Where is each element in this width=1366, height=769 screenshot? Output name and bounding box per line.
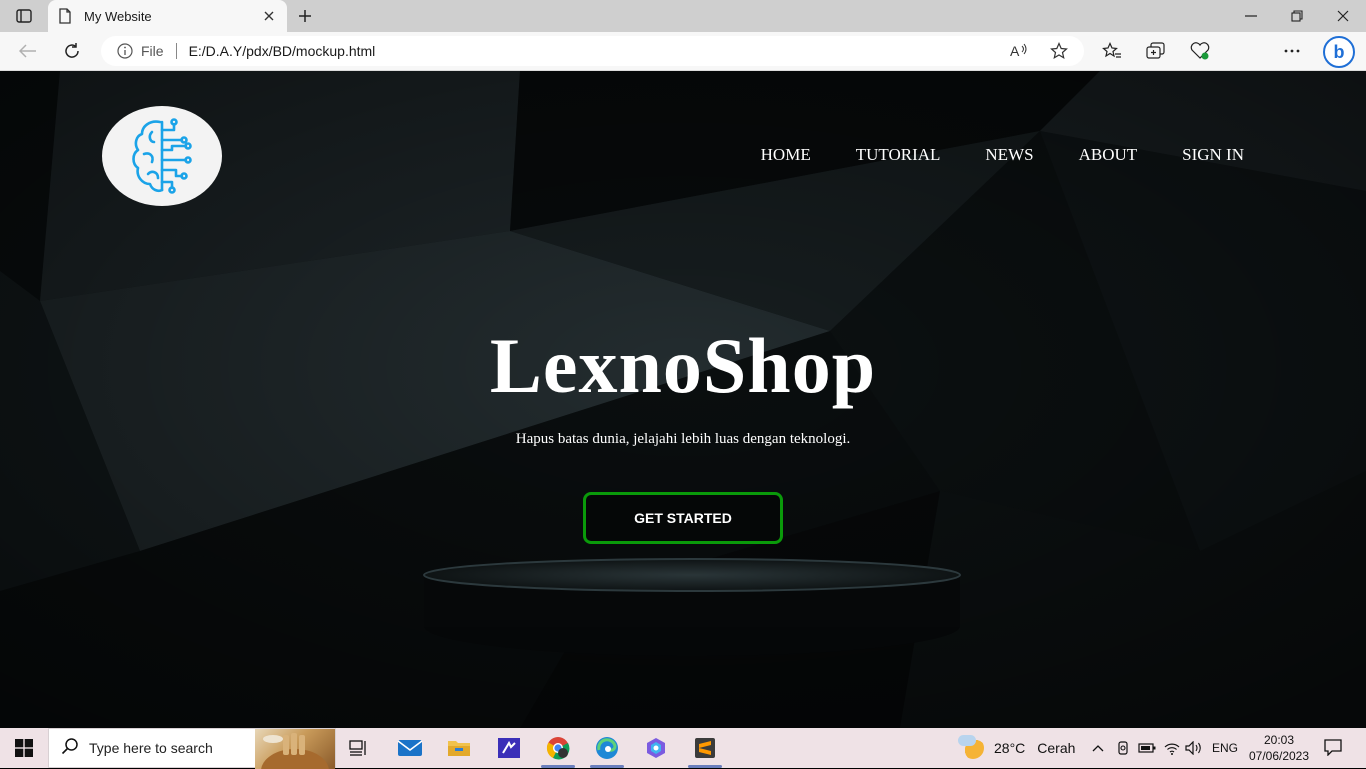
refresh-icon[interactable] [59, 40, 85, 62]
main-nav: HOME TUTORIAL NEWS ABOUT SIGN IN [716, 145, 1244, 165]
browser-toolbar: File E:/D.A.Y/pdx/BD/mockup.html A [0, 32, 1366, 95]
nav-tutorial[interactable]: TUTORIAL [856, 145, 941, 165]
minimize-icon[interactable] [1228, 4, 1274, 28]
browser-tab-bar: My Website [0, 0, 1366, 32]
visual-studio-icon[interactable] [486, 728, 532, 768]
search-icon [61, 737, 79, 760]
file-explorer-icon[interactable] [436, 728, 482, 768]
browser-essentials-icon[interactable] [1187, 40, 1213, 62]
system-clock[interactable]: 20:03 07/06/2023 [1246, 732, 1312, 764]
read-aloud-icon[interactable]: A [1004, 40, 1034, 62]
weather-widget[interactable]: 28°C Cerah [958, 728, 1076, 768]
clock-time: 20:03 [1263, 733, 1295, 747]
taskbar-search[interactable]: Type here to search [48, 728, 336, 769]
volume-icon[interactable] [1184, 728, 1204, 768]
windows-start-icon[interactable] [0, 728, 48, 768]
new-tab-icon[interactable] [294, 6, 316, 26]
mail-icon[interactable] [387, 728, 433, 768]
site-logo[interactable] [102, 106, 222, 206]
favorites-icon[interactable] [1099, 40, 1125, 62]
hero-headline: LexnoShop [489, 322, 877, 409]
favorite-star-icon[interactable] [1044, 40, 1074, 62]
back-icon[interactable] [15, 40, 41, 62]
nav-about[interactable]: ABOUT [1079, 145, 1138, 165]
weather-condition: Cerah [1037, 740, 1076, 756]
input-language[interactable]: ENG [1212, 728, 1238, 768]
taskbar: Type here to search 28°C Cerah ENG 20:03… [0, 728, 1366, 769]
tab-actions-icon[interactable] [10, 6, 38, 26]
sublime-text-icon[interactable] [682, 728, 728, 768]
browser-tab[interactable]: My Website [48, 0, 287, 32]
nav-news[interactable]: NEWS [985, 145, 1033, 165]
address-scheme-label: File [141, 43, 164, 59]
copilot-icon[interactable] [633, 728, 679, 768]
tab-title: My Website [84, 8, 152, 24]
partly-sunny-icon [958, 735, 984, 759]
bing-copilot-icon[interactable]: b [1323, 36, 1355, 68]
meet-now-icon[interactable] [1113, 728, 1133, 768]
nav-sign-in[interactable]: SIGN IN [1182, 145, 1244, 165]
notifications-icon[interactable] [1322, 736, 1344, 758]
nav-home[interactable]: HOME [761, 145, 811, 165]
brain-circuit-icon [132, 118, 192, 194]
edge-icon[interactable] [584, 728, 630, 768]
task-view-icon[interactable] [336, 728, 382, 768]
search-highlight-image[interactable] [255, 729, 335, 769]
get-started-button[interactable]: GET STARTED [583, 492, 783, 544]
url-text[interactable]: E:/D.A.Y/pdx/BD/mockup.html [189, 43, 1004, 59]
search-placeholder: Type here to search [89, 740, 213, 756]
more-menu-icon[interactable] [1279, 40, 1305, 62]
close-window-icon[interactable] [1320, 4, 1366, 28]
address-separator [175, 43, 177, 59]
svg-text:A: A [1010, 43, 1020, 59]
info-icon[interactable] [117, 43, 133, 59]
hero-section: HOME TUTORIAL NEWS ABOUT SIGN IN LexnoSh… [0, 71, 1366, 728]
page-icon [58, 8, 74, 24]
battery-icon[interactable] [1137, 728, 1157, 768]
hero-tagline: Hapus batas dunia, jelajahi lebih luas d… [515, 431, 851, 447]
chrome-icon[interactable] [535, 728, 581, 768]
address-bar[interactable]: File E:/D.A.Y/pdx/BD/mockup.html A [101, 36, 1084, 66]
wifi-icon[interactable] [1162, 728, 1182, 768]
close-tab-icon[interactable] [261, 8, 277, 24]
show-hidden-icons-chevron-up-icon[interactable] [1088, 728, 1108, 768]
restore-icon[interactable] [1274, 4, 1320, 28]
weather-temperature: 28°C [994, 740, 1026, 756]
collections-icon[interactable] [1143, 40, 1169, 62]
clock-date: 07/06/2023 [1248, 749, 1310, 763]
